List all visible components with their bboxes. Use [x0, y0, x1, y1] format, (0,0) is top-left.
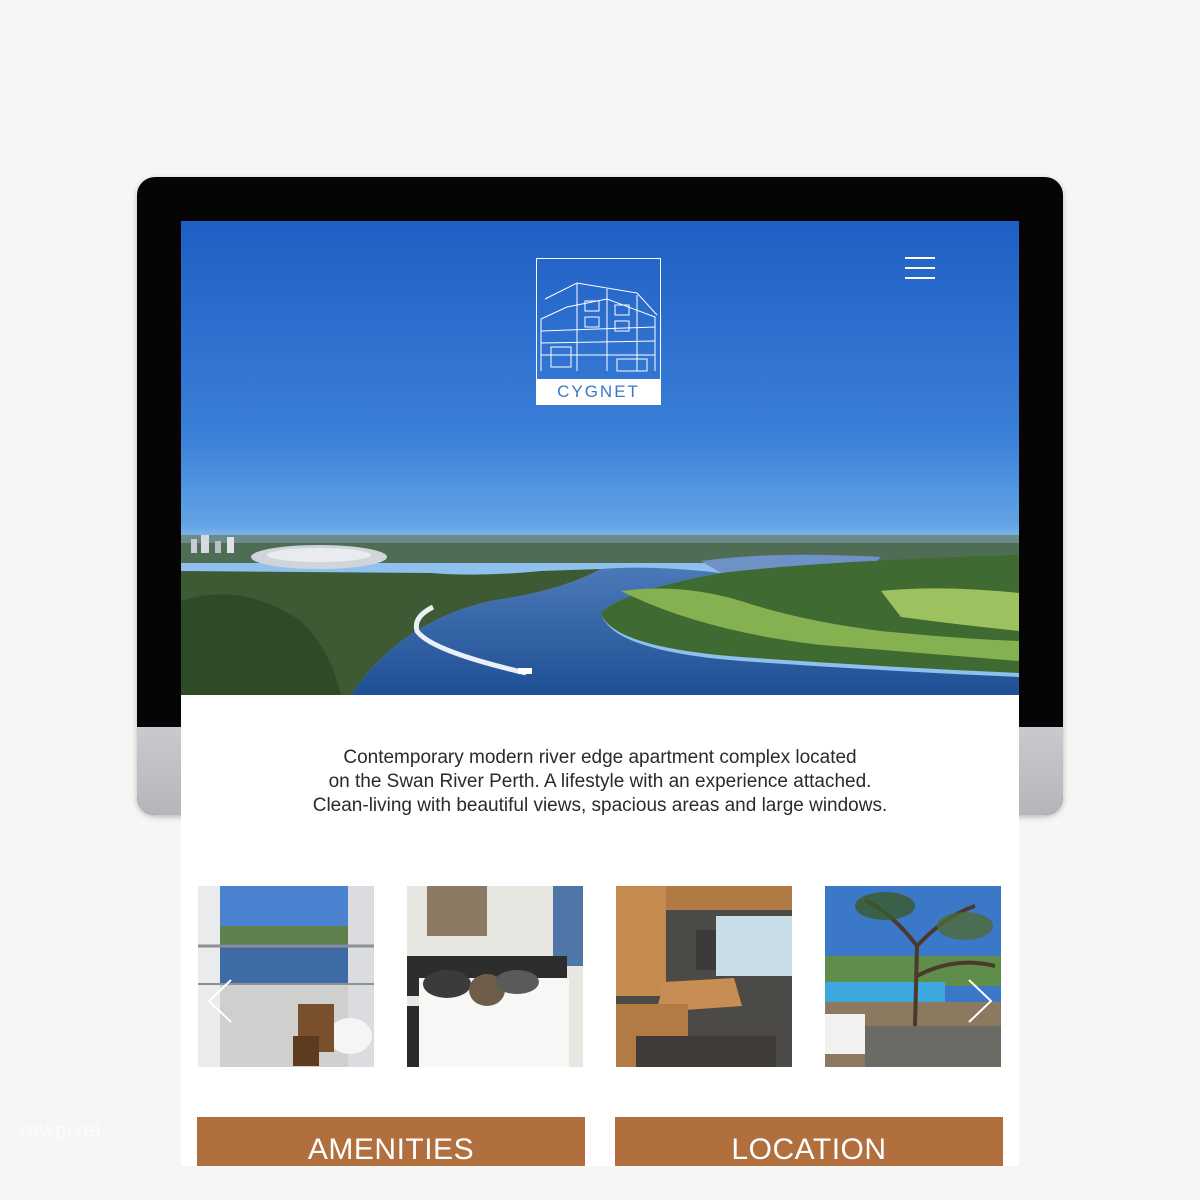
web-page: CYGNET Contemporary modern river edge ap…: [181, 221, 1019, 1166]
chevron-left-icon[interactable]: [205, 976, 235, 1026]
gallery-thumb-bedroom[interactable]: [407, 886, 583, 1067]
photo-gallery: [198, 886, 1002, 1068]
chevron-right-icon[interactable]: [965, 976, 995, 1026]
cygnet-logo[interactable]: CYGNET: [536, 258, 661, 405]
gallery-thumb-dining[interactable]: [616, 886, 792, 1067]
intro-line: on the Swan River Perth. A lifestyle wit…: [328, 771, 872, 792]
building-sketch-icon: [540, 282, 658, 372]
intro-line: Clean-living with beautiful views, spaci…: [312, 795, 888, 816]
amenities-button[interactable]: AMENITIES: [197, 1117, 585, 1166]
menu-bar: [905, 277, 935, 279]
hamburger-menu-icon[interactable]: [905, 255, 935, 283]
menu-bar: [905, 267, 935, 269]
intro-text: Contemporary modern river edge apartment…: [181, 746, 1019, 818]
watermark-text: rawpixel: [20, 1120, 102, 1142]
hero-image: CYGNET: [181, 221, 1019, 695]
intro-line: Contemporary modern river edge apartment…: [343, 747, 857, 768]
menu-bar: [905, 257, 935, 259]
logo-wordmark: CYGNET: [537, 379, 660, 404]
location-button[interactable]: LOCATION: [615, 1117, 1003, 1166]
